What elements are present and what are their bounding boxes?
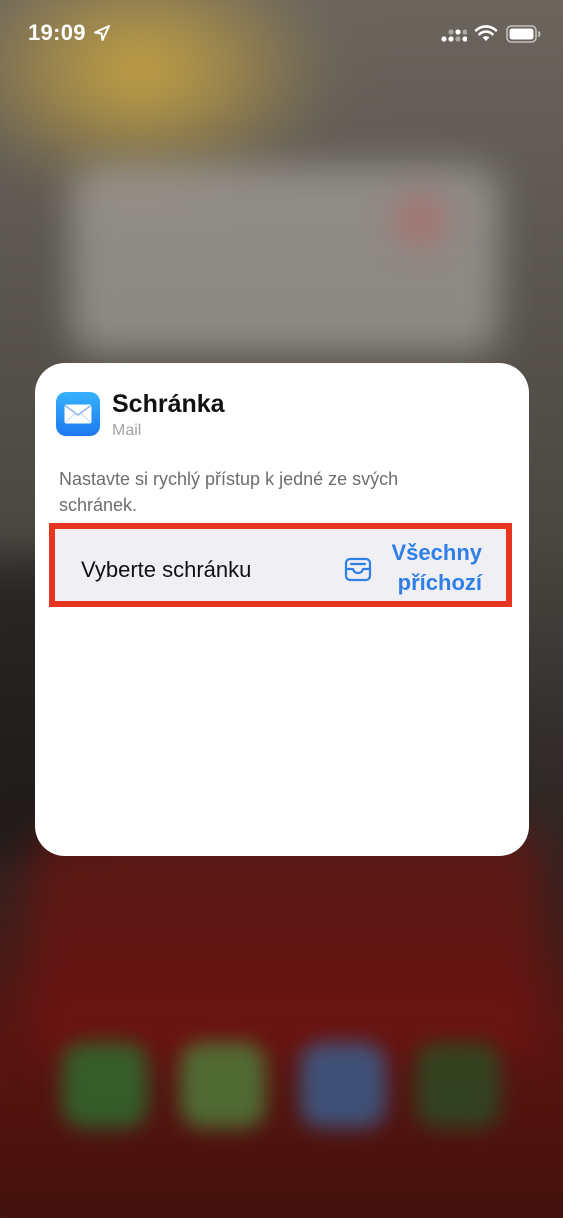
widget-config-card: Schránka Mail Nastavte si rychlý přístup…	[35, 363, 529, 856]
blurred-widget	[70, 165, 500, 355]
selected-mailbox-value[interactable]: Všechny příchozí	[362, 538, 483, 598]
location-arrow-icon	[94, 25, 110, 41]
widget-app-name: Mail	[112, 422, 142, 439]
select-mailbox-row[interactable]: Vyberte schránku Všechny příchozí	[49, 523, 512, 607]
select-mailbox-label: Vyberte schránku	[81, 557, 252, 582]
blurred-widget-accent	[395, 195, 445, 245]
blurred-dock-app	[415, 1042, 501, 1128]
blurred-dock-app-phone	[62, 1042, 148, 1128]
widget-title: Schránka	[112, 390, 225, 418]
cellular-signal-icon	[441, 29, 467, 42]
wifi-icon	[474, 25, 498, 41]
envelope-icon	[64, 404, 92, 424]
widget-description: Nastavte si rychlý přístup k jedné ze sv…	[59, 469, 399, 515]
blurred-dock-app-safari	[300, 1042, 386, 1128]
battery-icon	[506, 25, 541, 43]
status-time: 19:09	[28, 20, 86, 45]
blurred-dock-app-messages	[180, 1042, 266, 1128]
mail-app-icon	[56, 392, 100, 436]
status-bar: 19:09	[0, 0, 563, 70]
blurred-wallpaper-area	[30, 830, 540, 1060]
